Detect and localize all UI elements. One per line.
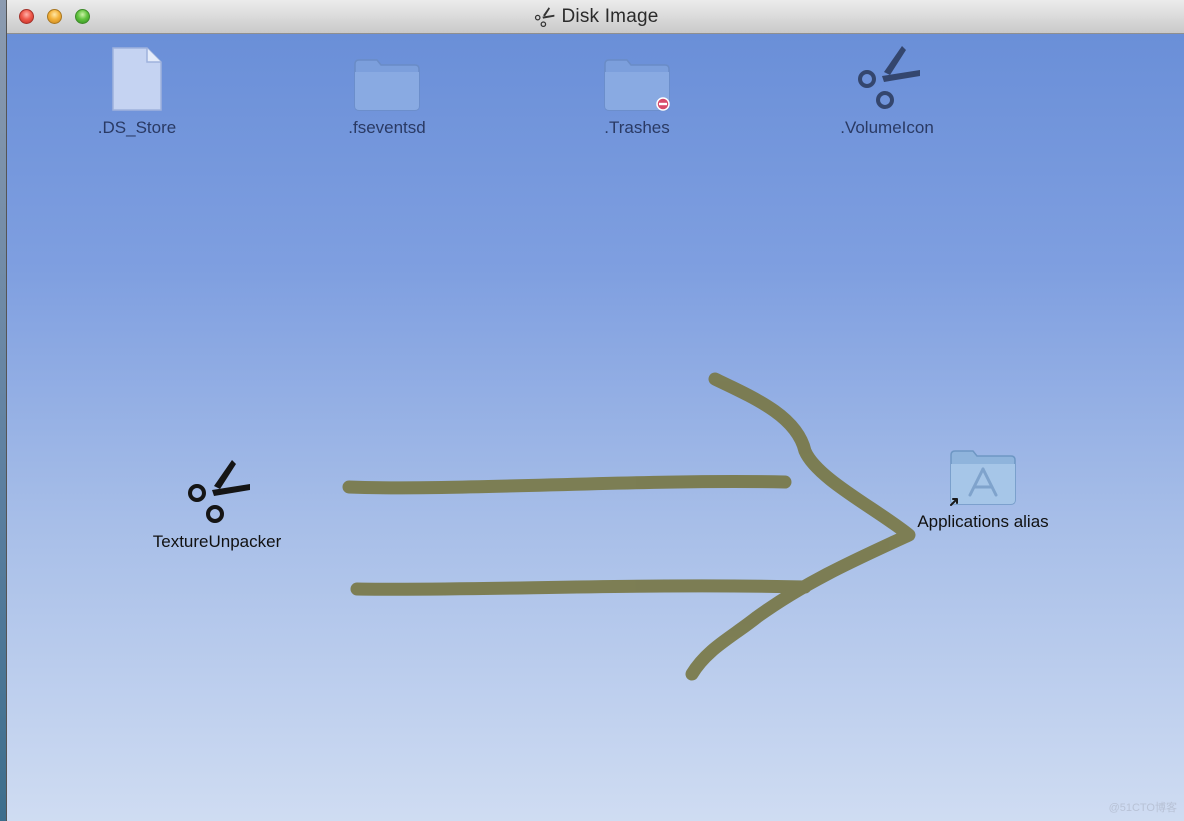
- file-item-volumeicon[interactable]: .VolumeIcon: [787, 42, 987, 138]
- scissors-icon: [535, 6, 555, 27]
- file-label: .VolumeIcon: [840, 118, 934, 137]
- file-label: .fseventsd: [348, 118, 426, 137]
- scissors-icon: [858, 46, 920, 109]
- folder-icon: [354, 59, 420, 111]
- alias-item-applications[interactable]: Applications alias: [883, 436, 1083, 532]
- app-item-textureunpacker[interactable]: TextureUnpacker: [117, 456, 317, 552]
- window-title: Disk Image: [561, 5, 659, 27]
- file-item-trashes[interactable]: .Trashes: [537, 42, 737, 138]
- folder-restricted-icon: [604, 59, 670, 111]
- file-label: .DS_Store: [97, 118, 177, 137]
- hand-drawn-arrow-icon: [342, 372, 916, 681]
- app-label: TextureUnpacker: [152, 532, 282, 551]
- title-bar[interactable]: Disk Image: [7, 0, 1184, 34]
- scissors-icon: [188, 460, 250, 523]
- finder-window: Disk Image .DS_Store .fseventsd .Trashes…: [6, 0, 1184, 821]
- file-item-fseventsd[interactable]: .fseventsd: [287, 42, 487, 138]
- file-item-ds-store[interactable]: .DS_Store: [37, 42, 237, 138]
- applications-folder-alias-icon: [950, 450, 1016, 506]
- watermark: @51CTO博客: [1108, 802, 1177, 814]
- document-icon: [112, 47, 162, 111]
- file-label: .Trashes: [604, 118, 670, 137]
- window-title-group: Disk Image: [7, 0, 1184, 33]
- alias-label: Applications alias: [917, 512, 1049, 531]
- icon-view: .DS_Store .fseventsd .Trashes .VolumeIco…: [7, 34, 1184, 821]
